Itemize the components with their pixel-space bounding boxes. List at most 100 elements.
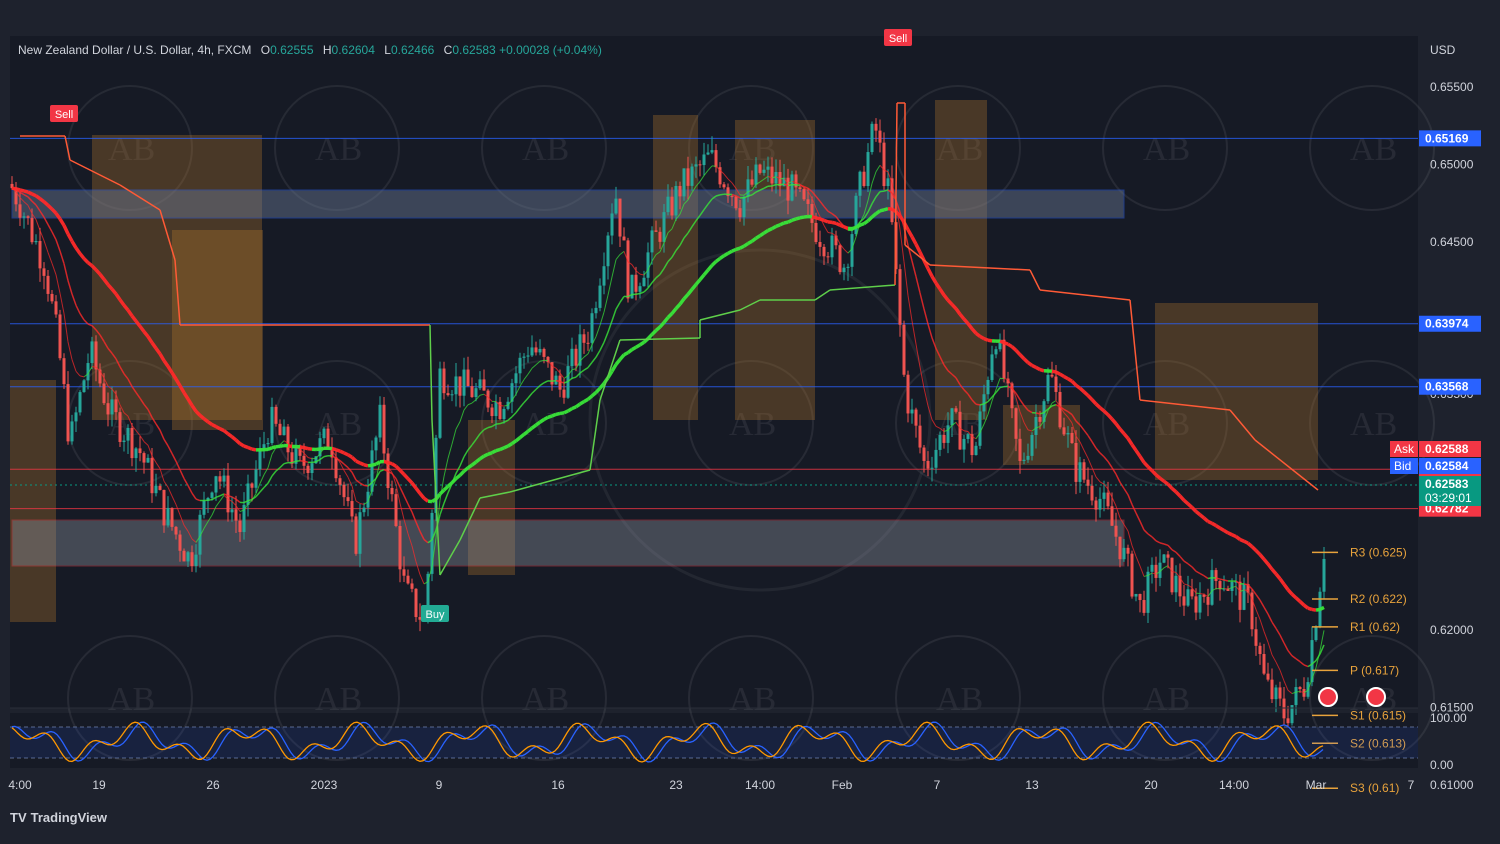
candle-body	[1210, 570, 1214, 605]
candle-body	[938, 434, 942, 450]
candle-body	[326, 428, 330, 448]
ema-slow	[571, 405, 577, 411]
tradingview-brand[interactable]: TV TradingView	[10, 810, 107, 825]
candle-body	[410, 583, 414, 589]
ema-slow	[979, 334, 985, 341]
price-axis-label: 0.65000	[1430, 158, 1474, 172]
candle-body	[334, 457, 338, 479]
candle-body	[1062, 427, 1066, 435]
ema-slow	[470, 460, 478, 467]
ema-slow	[563, 409, 569, 415]
ema-slow	[387, 460, 393, 466]
candle-body	[30, 217, 34, 243]
candle-body	[174, 526, 178, 535]
ema-mid	[635, 292, 641, 296]
candle-body	[54, 301, 58, 315]
price-tag: 0.63568	[1419, 378, 1481, 395]
candle-body	[1294, 687, 1298, 706]
pivot-label: R2 (0.622)	[1350, 592, 1407, 606]
buy-signal: Buy	[421, 605, 449, 622]
candle-body	[1322, 558, 1326, 592]
ema-slow	[1074, 383, 1082, 390]
candle-body	[1126, 547, 1130, 554]
candle-body	[390, 488, 394, 495]
ema-fast	[91, 366, 97, 368]
ema-slow	[518, 433, 526, 439]
candle-body	[62, 358, 66, 385]
ema-slow	[239, 442, 245, 448]
candle-body	[414, 588, 418, 618]
candle-body	[994, 349, 998, 355]
time-axis-label: 9	[436, 778, 443, 792]
ema-slow	[835, 221, 841, 227]
pivot-label: R1 (0.62)	[1350, 620, 1400, 634]
candle-body	[638, 286, 642, 292]
ema-slow	[750, 236, 758, 243]
ema-fast	[1295, 690, 1301, 693]
buy-signal-label: Buy	[426, 609, 445, 621]
time-axis-label: 14:00	[745, 778, 775, 792]
ema-slow	[875, 209, 881, 216]
close-value: 0.62583	[452, 43, 496, 57]
time-axis-label: 7	[1408, 778, 1415, 792]
candle-body	[722, 184, 726, 188]
candle-body	[714, 150, 718, 168]
ema-slow	[11, 186, 17, 191]
ema-slow	[547, 414, 553, 419]
price-tag: 0.65169	[1419, 130, 1481, 147]
candle-body	[786, 177, 790, 201]
ema-slow	[731, 247, 737, 253]
price-axis-label: 0.65500	[1430, 80, 1474, 94]
candle-body	[1194, 596, 1198, 613]
time-axis-label: 7	[934, 778, 941, 792]
candle-body	[1238, 581, 1242, 610]
candle-body	[490, 407, 494, 417]
candle-body	[1094, 500, 1098, 510]
time-axis-label: 26	[206, 778, 220, 792]
candle-body	[866, 152, 870, 187]
last-price-value: 0.62583	[1425, 477, 1469, 491]
candle-body	[382, 404, 386, 454]
candle-body	[190, 552, 194, 567]
time-axis-label: 4:00	[8, 778, 32, 792]
ema-fast	[827, 232, 833, 234]
candle-body	[406, 575, 410, 584]
candle-body	[1146, 571, 1150, 613]
watermark-text: AB	[729, 681, 776, 718]
candle-body	[1270, 679, 1274, 700]
ema-slow	[743, 242, 749, 248]
candle-body	[878, 130, 882, 143]
ema-slow	[759, 231, 765, 238]
ema-slow	[1319, 605, 1325, 611]
candle-body	[758, 164, 762, 173]
price-tag-text: 0.63568	[1425, 380, 1469, 394]
candle-body	[262, 444, 266, 449]
ema-slow	[723, 251, 729, 258]
candle-body	[810, 203, 814, 223]
ema-mid	[999, 385, 1005, 389]
ema-slow	[1239, 537, 1245, 543]
watermark-text: AB	[1350, 131, 1397, 168]
ema-slow	[827, 220, 833, 225]
price-chart[interactable]: ABABABABABABABABABABABABABABABABABABABAB…	[0, 0, 1500, 844]
candle-body	[286, 426, 290, 453]
ema-slow	[1227, 531, 1233, 537]
ema-slow	[1243, 539, 1249, 545]
ema-mid	[487, 425, 493, 429]
candle-body	[474, 388, 478, 398]
supply-zone	[10, 380, 56, 622]
candle-body	[222, 475, 226, 482]
ema-fast	[1243, 589, 1249, 591]
ema-slow	[479, 454, 485, 461]
candle-body	[1026, 455, 1030, 460]
candle-body	[70, 421, 74, 442]
ema-slow	[530, 423, 538, 430]
candle-body	[634, 274, 638, 292]
candle-body	[1118, 536, 1122, 560]
watermark-text: AB	[1350, 406, 1397, 443]
candle-body	[686, 168, 690, 186]
candle-body	[350, 501, 354, 517]
sell-signal: Sell	[50, 105, 78, 122]
ema-mid	[719, 193, 725, 196]
ask-price-tag: 0.62588	[1419, 441, 1481, 457]
